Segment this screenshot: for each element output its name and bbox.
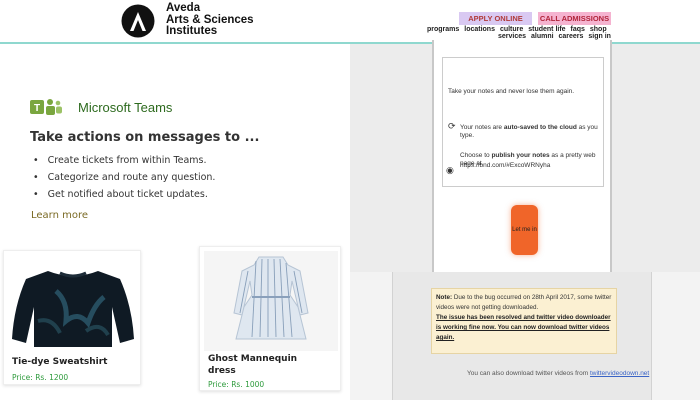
alternative-source-link[interactable]: twittervideodown.net	[590, 370, 649, 377]
nav-row-secondary: services alumni careers sign in	[495, 33, 611, 40]
dress-image-icon	[204, 251, 338, 351]
note-label: Note:	[436, 294, 453, 301]
cloud-sync-icon: ⟳	[448, 122, 456, 132]
notes-intro-text: Take your notes and never lose them agai…	[448, 88, 575, 95]
notes-url-text[interactable]: https://bnd.com/#ExcoWRNyha	[460, 162, 600, 170]
product-grid: Tie-dye Sweatshirt Price: Rs. 1200 Ghost…	[0, 242, 350, 400]
brand-line-3: Institutes	[166, 25, 218, 37]
microsoft-teams-icon: T	[30, 99, 62, 115]
teams-heading: Take actions on messages to ...	[30, 130, 260, 145]
teams-app-name: Microsoft Teams	[78, 100, 173, 115]
product-price: Price: Rs. 1200	[12, 373, 69, 382]
nav-link-faqs[interactable]: faqs	[571, 26, 585, 33]
product-card[interactable]: Tie-dye Sweatshirt Price: Rs. 1200	[3, 250, 141, 385]
publish-icon: ◉	[446, 166, 454, 176]
notes-app-screenshot: Take your notes and never lose them agai…	[350, 40, 700, 283]
nav-link-alumni[interactable]: alumni	[531, 33, 554, 40]
product-name[interactable]: Tie-dye Sweatshirt	[12, 357, 107, 367]
nav-row-primary: programs locations culture student life …	[424, 26, 607, 33]
product-name[interactable]: Ghost Mannequin dress	[208, 353, 308, 377]
twitter-downloader-screenshot: Note: Due to the bug occurred on 28th Ap…	[350, 272, 700, 400]
nav-link-locations[interactable]: locations	[464, 26, 495, 33]
apply-online-button[interactable]: APPLY ONLINE	[459, 12, 532, 25]
list-item: Create tickets from within Teams.	[33, 152, 215, 169]
let-me-in-button[interactable]: Let me in quick!	[511, 205, 538, 283]
teams-promo: T Microsoft Teams Take actions on messag…	[0, 46, 350, 242]
learn-more-link[interactable]: Learn more	[31, 210, 88, 221]
list-item: Categorize and route any question.	[33, 169, 216, 186]
aveda-logo-icon[interactable]	[118, 4, 158, 38]
nav-link-culture[interactable]: culture	[500, 26, 523, 33]
teams-feature-list: Create tickets from within Teams. Catego…	[33, 152, 216, 203]
product-price: Price: Rs. 1000	[208, 380, 265, 389]
nav-link-careers[interactable]: careers	[559, 33, 584, 40]
sweatshirt-image-icon	[12, 271, 134, 347]
svg-text:T: T	[34, 103, 40, 114]
site-header: Aveda Arts & Sciences Institutes APPLY O…	[0, 0, 700, 44]
nav-link-programs[interactable]: programs	[427, 26, 459, 33]
list-item: Get notified about ticket updates.	[33, 186, 215, 203]
twitter-notice-panel: Note: Due to the bug occurred on 28th Ap…	[392, 272, 652, 400]
brand-name[interactable]: Aveda Arts & Sciences Institutes	[166, 2, 254, 38]
resolved-text: The issue has been resolved and twitter …	[436, 314, 611, 341]
notes-autosave-text: Your notes are auto-saved to the cloud a…	[460, 124, 598, 139]
nav-link-shop[interactable]: shop	[590, 26, 607, 33]
nav-link-services[interactable]: services	[498, 33, 526, 40]
nav-link-sign-in[interactable]: sign in	[588, 33, 611, 40]
call-admissions-button[interactable]: CALL ADMISSIONS	[538, 12, 611, 25]
note-text: Due to the bug occurred on 28th April 20…	[436, 294, 612, 311]
brand-line-1: Aveda	[166, 2, 201, 14]
notes-app-panel: Take your notes and never lose them agai…	[432, 40, 612, 283]
product-card[interactable]: Ghost Mannequin dress Price: Rs. 1000	[199, 246, 341, 391]
bug-notice-box: Note: Due to the bug occurred on 28th Ap…	[431, 288, 617, 354]
alternative-source-text: You can also download twitter videos fro…	[467, 370, 650, 377]
nav-link-student-life[interactable]: student life	[528, 26, 565, 33]
